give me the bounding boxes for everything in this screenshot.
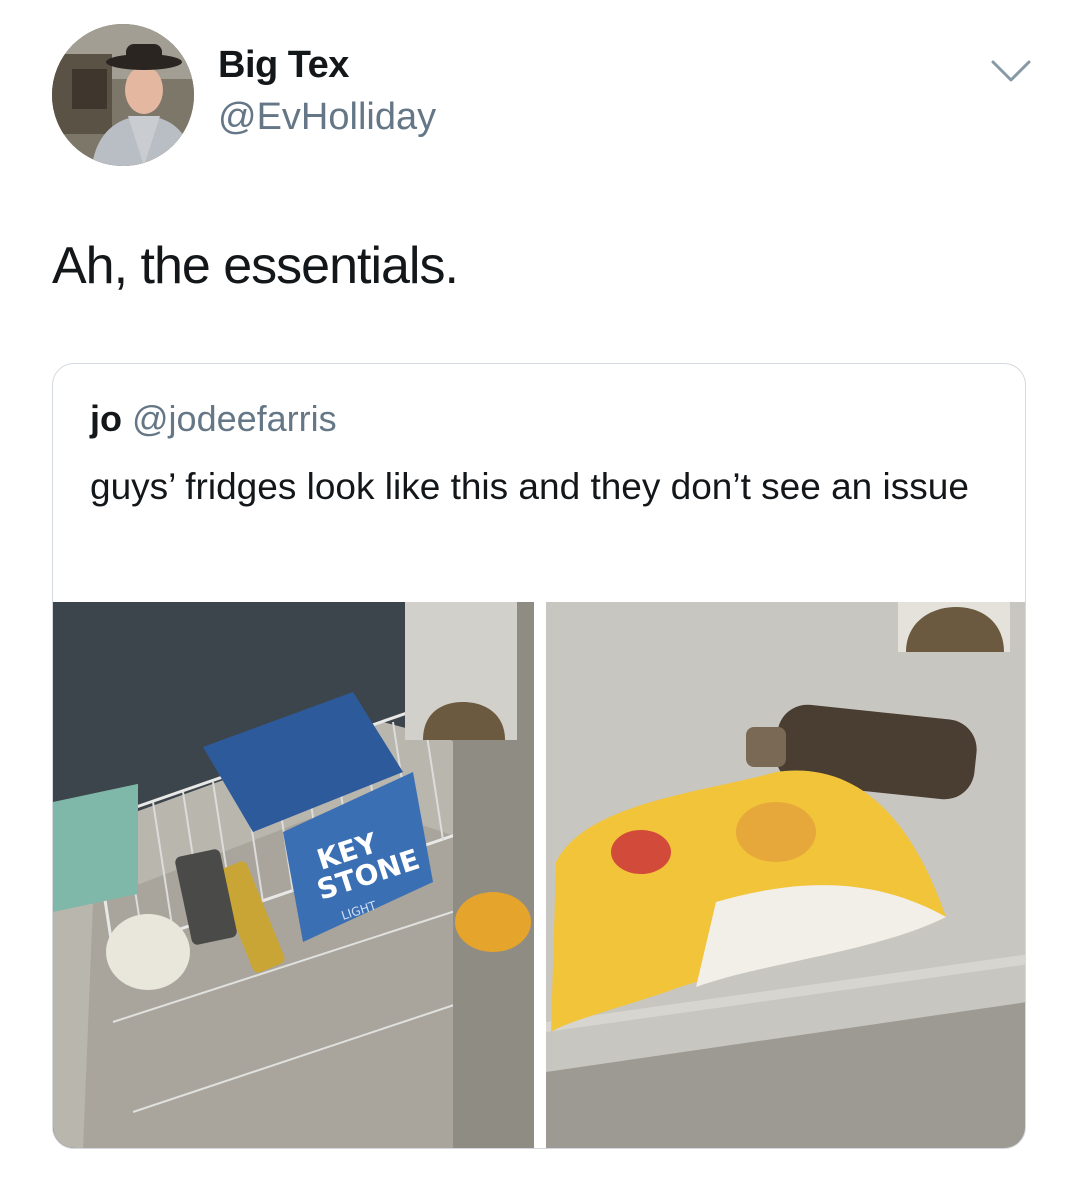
quoted-author-handle: @jodeefarris: [132, 398, 337, 439]
chevron-down-icon[interactable]: [990, 58, 1032, 84]
quoted-author-display-name: jo: [90, 398, 122, 439]
avatar-image: [52, 24, 194, 166]
tweet-text: Ah, the essentials.: [52, 237, 459, 295]
fridge-photo[interactable]: KEY STONE LIGHT: [53, 602, 534, 1148]
author-handle[interactable]: @EvHolliday: [218, 96, 436, 139]
quoted-tweet-card[interactable]: jo @jodeefarris guys’ fridges look like …: [52, 363, 1026, 1149]
freezer-photo[interactable]: [546, 602, 1025, 1148]
quoted-tweet-header: jo @jodeefarris: [90, 398, 337, 440]
quoted-tweet-text: guys’ fridges look like this and they do…: [90, 466, 969, 507]
avatar[interactable]: [52, 24, 194, 166]
author-display-name[interactable]: Big Tex: [218, 44, 349, 87]
